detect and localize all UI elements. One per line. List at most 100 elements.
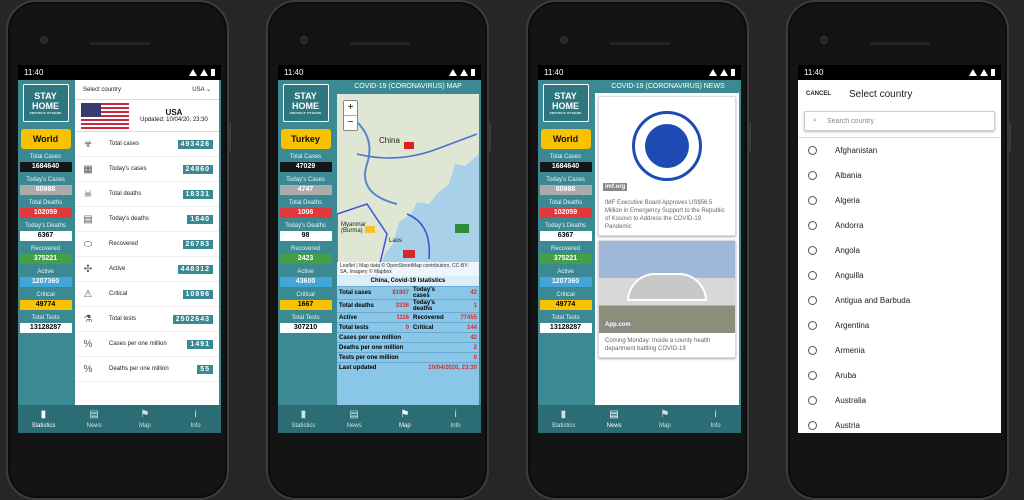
wifi-icon	[709, 69, 717, 76]
stat-value: 6367	[19, 231, 72, 241]
bottom-nav: ▮ Statistics ▤ News ⚑ Map i Info	[18, 405, 221, 433]
zoom-out-button[interactable]: −	[344, 115, 357, 130]
stat-row-value: 493426	[177, 139, 213, 149]
nav-statistics[interactable]: ▮ Statistics	[278, 405, 329, 433]
screen: 11:40 STAY HOME PROTECT OTHERS Turkey Tota…	[278, 65, 481, 433]
news-card[interactable]: imf.org IMF Executive Board Approves US$…	[598, 96, 736, 236]
country-name: USA	[165, 108, 183, 117]
battery-icon	[471, 69, 475, 76]
country-name: Andorra	[835, 221, 864, 230]
country-item[interactable]: Afghanistan	[798, 138, 1001, 163]
stat-label: Today's Deaths	[545, 223, 586, 229]
stat-value: 102059	[19, 208, 72, 218]
radio-button[interactable]	[808, 221, 817, 230]
table-row: Total cases 81907 Today's cases 42	[337, 286, 479, 299]
stat-row-label: Today's deaths	[109, 215, 149, 222]
table-label: Today's deaths	[413, 300, 435, 312]
stat-value: 13128287	[539, 323, 592, 333]
sidebar-stat: Active 1207360	[19, 269, 72, 287]
phone-statistics: 11:40 STAY HOME PROTECT OTHERS World Total…	[6, 0, 231, 500]
map-title: COVID-19 (CORONAVIRUS) MAP	[354, 83, 462, 90]
table-label: Total cases	[339, 290, 372, 296]
nav-info[interactable]: i Info	[170, 405, 221, 433]
stat-row-value: 2502643	[172, 314, 213, 324]
wifi-icon	[189, 69, 197, 76]
nav-statistics[interactable]: ▮ Statistics	[18, 405, 69, 433]
radio-button[interactable]	[808, 396, 817, 405]
cancel-button[interactable]: CANCEL	[806, 91, 831, 97]
news-card[interactable]: App.com Coming Monday: Inside a county h…	[598, 240, 736, 358]
country-item[interactable]: Algeria	[798, 188, 1001, 213]
radio-button[interactable]	[808, 296, 817, 305]
calendar-day-icon: ▤	[83, 213, 93, 225]
radio-button[interactable]	[808, 271, 817, 280]
sidebar-stat: Active 1207360	[539, 269, 592, 287]
country-item[interactable]: Albania	[798, 163, 1001, 188]
nav-news[interactable]: ▤ News	[589, 405, 640, 433]
battery-icon	[731, 69, 735, 76]
radio-button[interactable]	[808, 246, 817, 255]
zoom-in-button[interactable]: +	[344, 101, 357, 115]
country-item[interactable]: Argentina	[798, 313, 1001, 338]
nav-map[interactable]: ⚑ Map	[120, 405, 171, 433]
country-panel: Select country USA ⌄ USA Updated: 10/04/…	[75, 80, 219, 405]
signal-icon	[200, 69, 208, 76]
stat-value: 80988	[19, 185, 72, 195]
table-label: Recovered	[413, 314, 444, 321]
nav-news[interactable]: ▤ News	[69, 405, 120, 433]
news-list: imf.org IMF Executive Board Approves US$…	[595, 93, 739, 405]
imf-seal-icon	[632, 111, 702, 181]
table-label: Last updated	[339, 364, 377, 371]
nav-statistics[interactable]: ▮ Statistics	[538, 405, 589, 433]
country-item[interactable]: Antigua and Barbuda	[798, 288, 1001, 313]
country-item[interactable]: Aruba	[798, 363, 1001, 388]
country-select[interactable]: Select country USA ⌄	[75, 80, 219, 100]
stat-label: Today's Deaths	[285, 223, 326, 229]
table-label: Tests per one million	[339, 354, 399, 361]
nav-map[interactable]: ⚑ Map	[380, 405, 431, 433]
radio-button[interactable]	[808, 346, 817, 355]
search-input[interactable]: ⌕ Search country	[804, 111, 995, 131]
country-name: Aruba	[835, 371, 857, 380]
nav-news[interactable]: ▤ News	[329, 405, 380, 433]
table-row: Tests per one million 0	[337, 352, 479, 362]
country-item[interactable]: Australia	[798, 388, 1001, 413]
radio-button[interactable]	[808, 321, 817, 330]
radio-button[interactable]	[808, 196, 817, 205]
table-value: 42	[470, 334, 477, 341]
country-header: USA Updated: 10/04/20, 23:30	[75, 100, 219, 132]
map-view[interactable]: China Myanmar (Burma) Laos + − Leaflet |…	[337, 94, 479, 276]
radio-button[interactable]	[808, 371, 817, 380]
nav-info[interactable]: i Info	[690, 405, 741, 433]
stat-label: Recovered	[290, 246, 320, 252]
country-item[interactable]: Angola	[798, 238, 1001, 263]
country-item[interactable]: Anguilla	[798, 263, 1001, 288]
table-row: Cases per one million 42	[337, 332, 479, 342]
stat-row-label: Recovered	[109, 240, 139, 247]
stat-row: % Deaths per one million 55	[75, 357, 219, 382]
country-item[interactable]: Andorra	[798, 213, 1001, 238]
flask-icon: ⚗	[83, 313, 93, 325]
stat-label: Active	[297, 269, 314, 275]
country-name: Albania	[835, 171, 862, 180]
stat-label: Total Deaths	[548, 200, 583, 206]
stat-row: ☣ Total cases 493426	[75, 132, 219, 157]
skull-icon: ☠	[83, 188, 93, 200]
country-item[interactable]: Austria	[798, 413, 1001, 433]
region-button[interactable]: Turkey	[280, 129, 331, 149]
news-title: COVID-19 (CORONAVIRUS) NEWS	[611, 83, 725, 90]
table-label: Total deaths	[339, 303, 374, 309]
region-button[interactable]: World	[540, 129, 591, 149]
region-button[interactable]: World	[20, 129, 71, 149]
sidebar-stat: Today's Deaths 98	[279, 223, 332, 241]
stat-label: Total Tests	[291, 315, 320, 321]
radio-button[interactable]	[808, 421, 817, 430]
radio-button[interactable]	[808, 146, 817, 155]
status-time: 11:40	[804, 68, 824, 77]
country-item[interactable]: Armenia	[798, 338, 1001, 363]
table-value: 10/04/2020, 23:30	[428, 364, 477, 371]
nav-map[interactable]: ⚑ Map	[640, 405, 691, 433]
bottom-nav: ▮ Statistics ▤ News ⚑ Map i Info	[278, 405, 481, 433]
nav-info[interactable]: i Info	[430, 405, 481, 433]
radio-button[interactable]	[808, 171, 817, 180]
